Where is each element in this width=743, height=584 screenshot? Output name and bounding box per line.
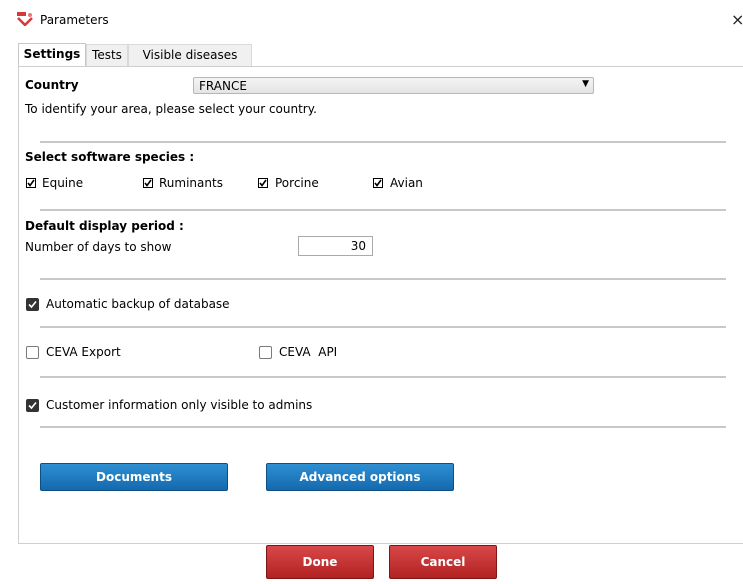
label-customer-admin-only: Customer information only visible to adm… <box>46 398 313 412</box>
label-ceva-export: CEVA Export <box>46 345 121 359</box>
species-heading: Select software species : <box>25 150 195 164</box>
label-equine: Equine <box>42 176 84 190</box>
documents-button[interactable]: Documents <box>40 463 228 491</box>
title-bar: Parameters × <box>0 0 743 38</box>
country-dropdown[interactable]: FRANCE ▼ <box>193 77 594 94</box>
country-hint: To identify your area, please select you… <box>25 102 317 116</box>
app-logo-icon <box>17 12 33 26</box>
checkbox-auto-backup[interactable] <box>26 298 39 311</box>
tab-visible-diseases[interactable]: Visible diseases <box>128 44 252 66</box>
window-title: Parameters <box>40 13 109 27</box>
chevron-down-icon: ▼ <box>582 79 589 89</box>
divider <box>40 376 726 378</box>
divider <box>40 426 726 428</box>
checkbox-ruminants[interactable] <box>143 178 153 188</box>
done-button[interactable]: Done <box>266 545 374 579</box>
checkbox-avian[interactable] <box>373 178 383 188</box>
days-input[interactable] <box>298 236 373 256</box>
days-label: Number of days to show <box>25 240 172 254</box>
display-period-heading: Default display period : <box>25 219 184 233</box>
divider <box>40 278 726 280</box>
label-avian: Avian <box>390 176 423 190</box>
divider <box>40 326 726 328</box>
cancel-button[interactable]: Cancel <box>389 545 497 579</box>
country-label: Country <box>25 78 79 92</box>
label-porcine: Porcine <box>275 176 319 190</box>
country-selected-value: FRANCE <box>199 79 247 93</box>
checkbox-porcine[interactable] <box>258 178 268 188</box>
checkbox-ceva-api[interactable] <box>259 346 272 359</box>
checkbox-customer-admin-only[interactable] <box>26 399 39 412</box>
label-ceva-api: CEVA API <box>279 345 338 359</box>
divider <box>40 141 726 143</box>
checkbox-ceva-export[interactable] <box>26 346 39 359</box>
label-auto-backup: Automatic backup of database <box>46 297 230 311</box>
tab-tests[interactable]: Tests <box>86 44 128 66</box>
advanced-options-button[interactable]: Advanced options <box>266 463 454 491</box>
divider <box>40 209 726 211</box>
tab-settings[interactable]: Settings <box>18 43 86 66</box>
label-ruminants: Ruminants <box>159 176 223 190</box>
checkbox-equine[interactable] <box>26 178 36 188</box>
close-icon[interactable]: × <box>731 10 743 29</box>
